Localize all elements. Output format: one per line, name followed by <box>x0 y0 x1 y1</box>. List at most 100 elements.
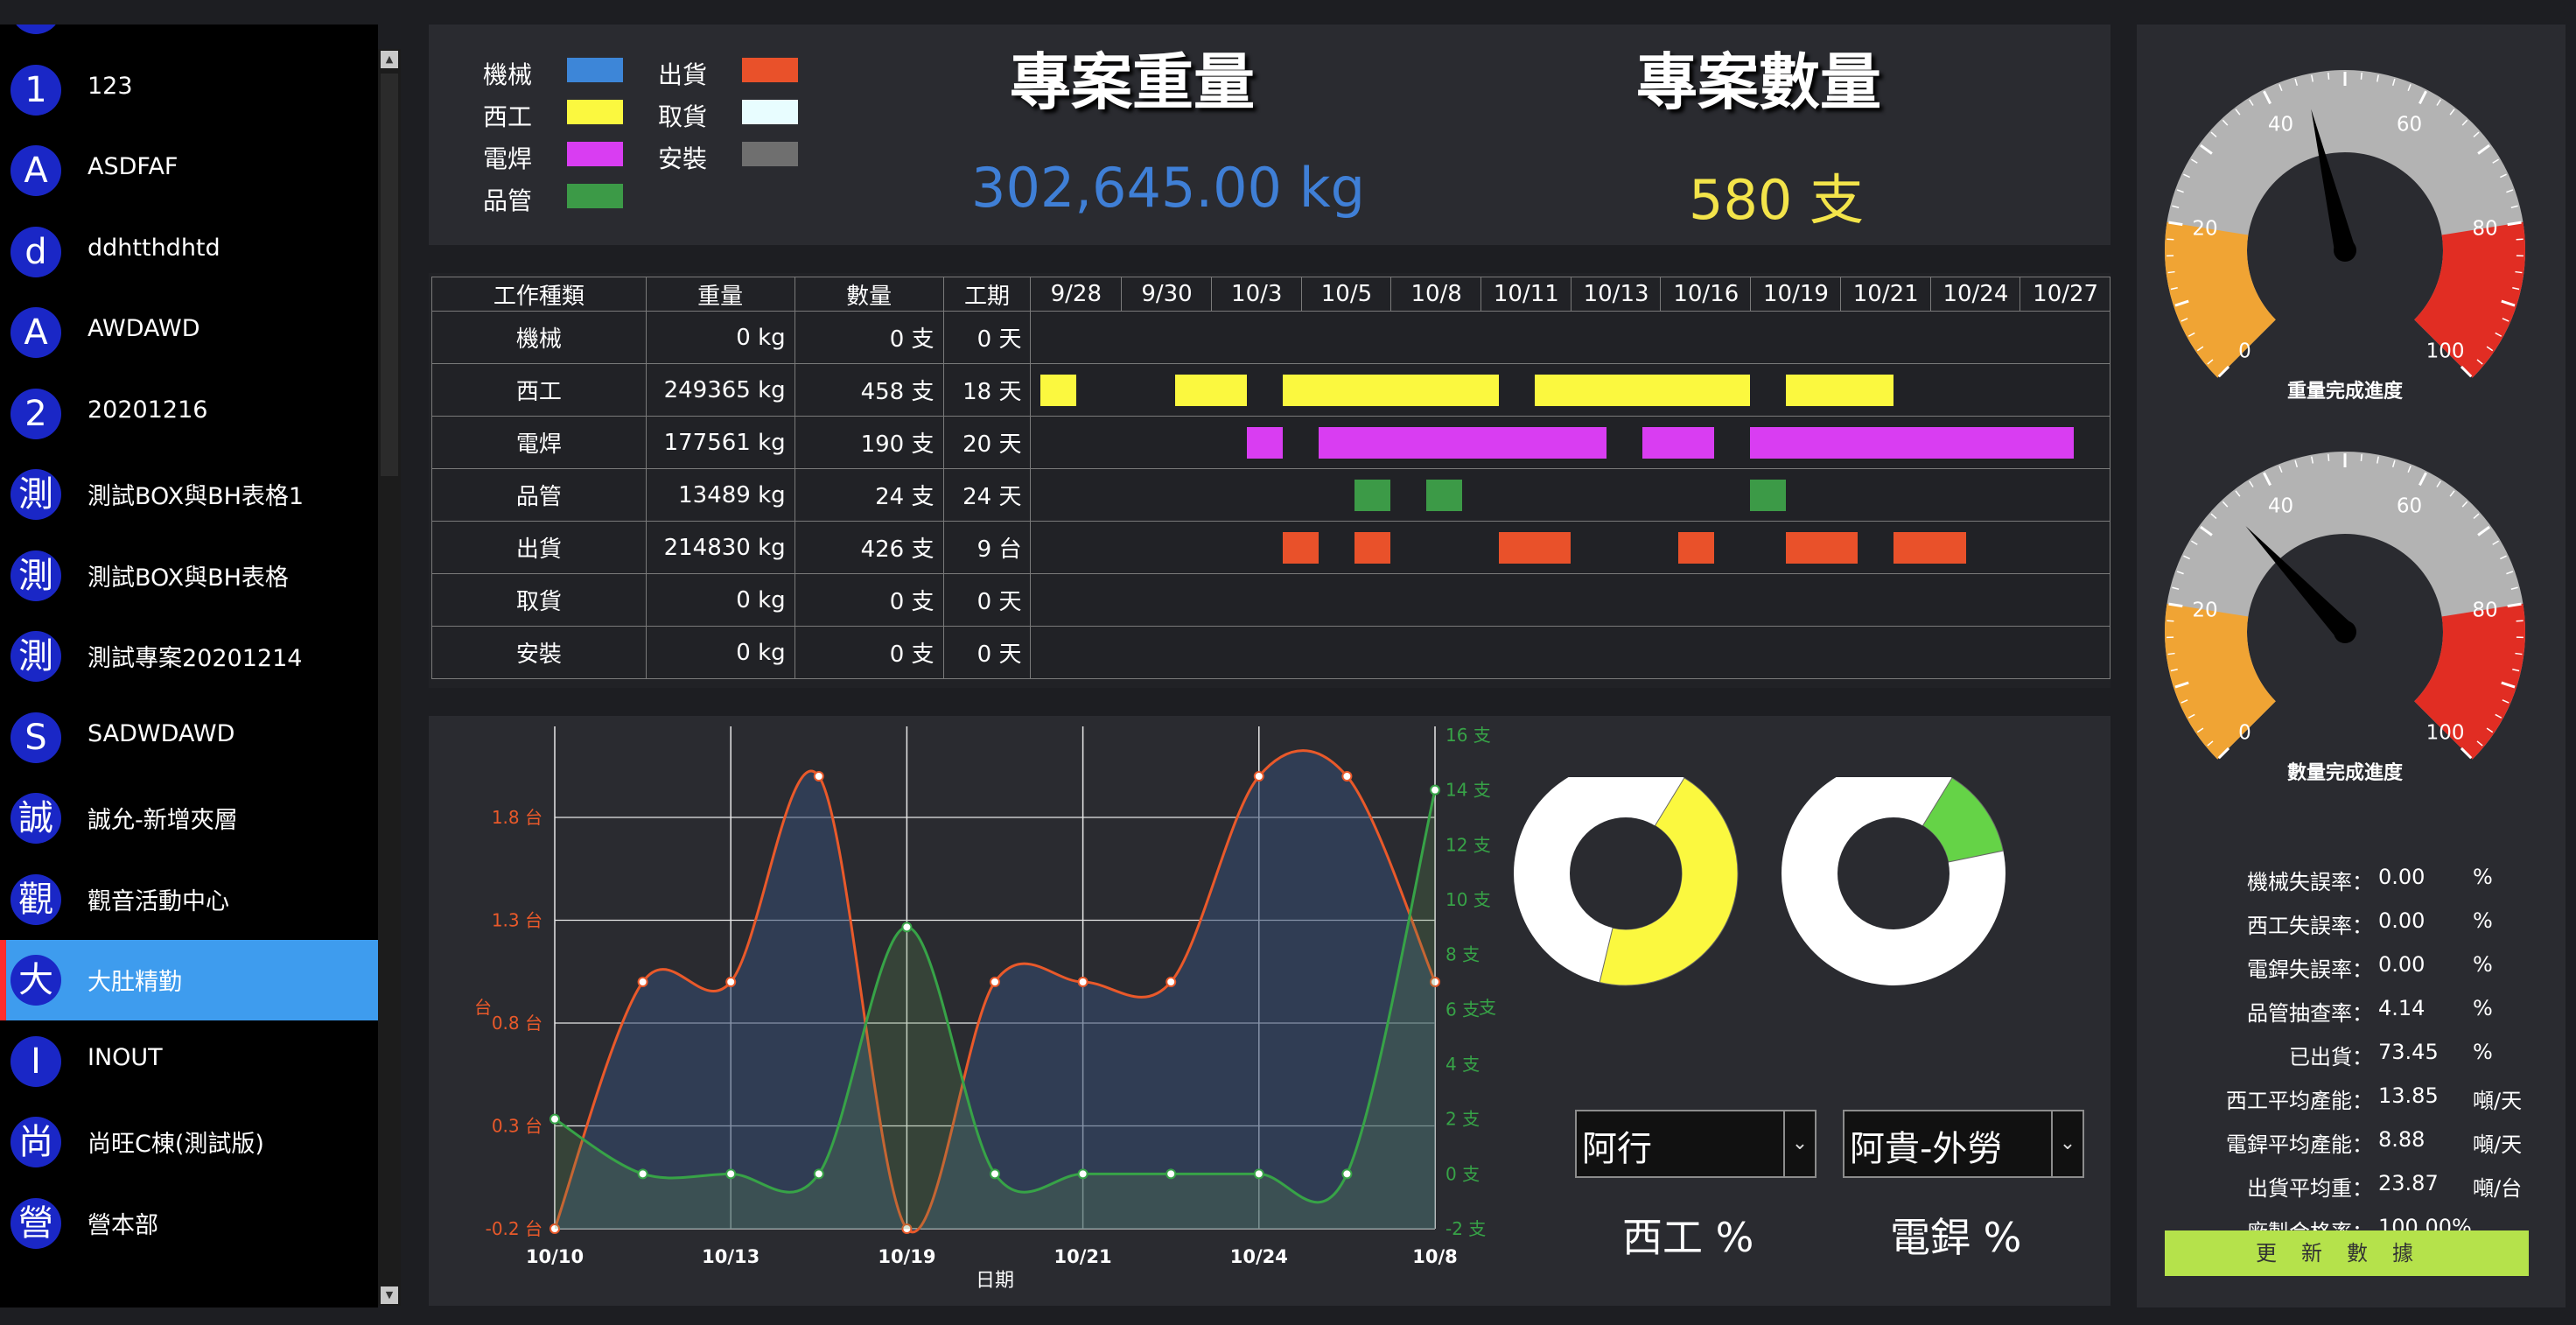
gauge-tick-label: 60 <box>2397 114 2422 137</box>
gauge-tick-label: 80 <box>2472 599 2497 622</box>
data-point[interactable] <box>637 1168 648 1180</box>
y-right-tick-label: 10 支 <box>1446 889 1491 910</box>
sidebar-item[interactable]: S SADWDAWD <box>0 698 378 778</box>
data-point[interactable] <box>1077 1168 1088 1180</box>
gauge-title: 重量完成進度 <box>2287 380 2404 403</box>
stat-label: 品管抽查率： <box>2247 1001 2373 1026</box>
data-point[interactable] <box>813 771 824 782</box>
sidebar-item-label: AWDAWD <box>88 315 200 342</box>
data-point[interactable] <box>901 922 913 933</box>
legend-label: 機械 <box>483 60 533 89</box>
x-tick-label: 10/13 <box>702 1246 760 1267</box>
sidebar-item[interactable]: 大大肚精勤 <box>0 940 378 1020</box>
legend-swatch <box>742 100 798 124</box>
gantt-cell-qty: 458 支 <box>794 363 944 417</box>
scrollbar-thumb[interactable] <box>381 74 398 476</box>
worker-select-west[interactable]: 阿行 ⌄ <box>1575 1110 1816 1178</box>
y-right-tick-label: 14 支 <box>1446 780 1491 801</box>
gantt-cell-weight: 214830 kg <box>645 521 795 574</box>
sidebar-scrollbar[interactable]: ▲ ▼ <box>378 49 401 1306</box>
gauge-tick-label: 40 <box>2268 114 2293 137</box>
y-right-tick-label: 12 支 <box>1446 834 1491 855</box>
data-point[interactable] <box>1166 977 1177 987</box>
gauge-hub <box>2334 239 2356 262</box>
sidebar-item[interactable]: 尚尚旺C棟(測試版) <box>0 1102 378 1182</box>
gauge-tick <box>2328 72 2330 80</box>
gantt-bar <box>1642 427 1715 459</box>
data-point[interactable] <box>1077 977 1088 987</box>
gauge-tick <box>2166 620 2174 622</box>
sidebar-item[interactable]: 營營本部 <box>0 1183 378 1264</box>
sidebar-item[interactable]: 誠誠允-新增夾層 <box>0 778 378 859</box>
sidebar-item[interactable]: 觀觀音活動中心 <box>0 859 378 940</box>
data-point[interactable] <box>1341 1168 1353 1180</box>
data-point[interactable] <box>1253 771 1264 782</box>
gantt-date-header: 9/28 9/30 10/3 10/5 10/8 10/11 10/13 10/16 10/19… <box>1030 277 2110 312</box>
gantt-cell-weight: 177561 kg <box>645 416 795 469</box>
gantt-cell-qty: 426 支 <box>794 521 944 574</box>
gantt-cell-period: 0 天 <box>942 311 1032 364</box>
donut-charts <box>1514 777 2006 986</box>
data-point[interactable] <box>725 977 737 987</box>
data-point[interactable] <box>1341 771 1353 782</box>
sidebar-item-label: 尚旺C棟(測試版) <box>88 1131 264 1158</box>
data-point[interactable] <box>813 1168 824 1180</box>
data-point[interactable] <box>990 977 1000 987</box>
sidebar-item[interactable]: 測測試BOX與BH表格 <box>0 25 378 49</box>
gantt-cell-period: 24 天 <box>942 468 1032 522</box>
data-point[interactable] <box>1253 1168 1264 1180</box>
legend-swatch <box>742 142 798 166</box>
y-right-tick-label: 6 支 <box>1446 999 1480 1020</box>
project-badge: 1 <box>10 64 61 116</box>
daily-line-chart: -0.2 台 0.3 台 0.8 台 1.3 台 1.8 台 -2 支 0 支 2 支 4 支 6… <box>474 725 1496 1292</box>
sidebar-item[interactable]: 2 20201216 <box>0 374 378 454</box>
data-point[interactable] <box>550 1113 560 1125</box>
sidebar-item-label: 大肚精勤 <box>88 969 182 996</box>
gantt-date-label: 10/24 <box>1929 277 2021 311</box>
gantt-bar <box>1040 375 1076 406</box>
gantt-cell-qty: 190 支 <box>794 416 944 469</box>
project-badge: 大 <box>10 955 61 1006</box>
gantt-header-cell: 工期 <box>942 277 1032 312</box>
data-point[interactable] <box>637 977 648 987</box>
gauge-tick-label: 0 <box>2238 722 2251 745</box>
gantt-cell-period: 0 天 <box>942 573 1032 627</box>
y-right-tick-label: 16 支 <box>1446 725 1491 746</box>
y-right-tick-label: 4 支 <box>1446 1054 1480 1075</box>
sidebar-item[interactable]: A ASDFAF <box>0 130 378 211</box>
gantt-date-label: 10/5 <box>1300 277 1392 311</box>
worker-select-weld[interactable]: 阿貴-外勞 ⌄ <box>1843 1110 2084 1178</box>
data-point[interactable] <box>1166 1168 1177 1180</box>
gantt-table: 工作種類 重量 數量 工期 9/28 9/30 10/3 10/5 10/8 10/11 10/13… <box>431 277 2110 679</box>
stat-label: 西工平均產能： <box>2226 1089 2373 1113</box>
sidebar-item[interactable]: 測測試BOX與BH表格 <box>0 536 378 616</box>
gantt-cell-weight: 0 kg <box>645 311 795 364</box>
sidebar-item[interactable]: I INOUT <box>0 1021 378 1102</box>
project-sidebar: 測測試BOX與BH表格1123AASDFAFdddhtthdhtdAAWDAWD… <box>0 25 378 1307</box>
stat-unit: % <box>2473 1040 2493 1064</box>
stat-row: 機械失誤率： 0.00% <box>2137 865 2566 894</box>
sidebar-item[interactable]: 1 123 <box>0 50 378 130</box>
scroll-down-icon[interactable]: ▼ <box>381 1286 398 1304</box>
legend-swatch <box>567 100 623 124</box>
scroll-up-icon[interactable]: ▲ <box>381 51 398 68</box>
weight-title: 專案重量 <box>1010 46 1255 118</box>
chevron-down-icon[interactable]: ⌄ <box>2051 1111 2082 1176</box>
stat-unit: % <box>2473 908 2493 933</box>
data-point[interactable] <box>725 1168 737 1180</box>
sidebar-item[interactable]: 測測試BOX與BH表格1 <box>0 454 378 535</box>
legend-label: 品管 <box>483 186 533 215</box>
data-point[interactable] <box>990 1168 1000 1180</box>
sidebar-item[interactable]: d ddhtthdhtd <box>0 212 378 292</box>
sidebar-item[interactable]: A AWDAWD <box>0 292 378 373</box>
update-data-button[interactable]: 更新數據 <box>2165 1230 2529 1276</box>
gantt-row: 電焊 177561 kg 190 支 20 天 <box>431 416 2110 469</box>
sidebar-item[interactable]: 測測試專案20201214 <box>0 616 378 697</box>
stat-unit: % <box>2473 996 2493 1020</box>
data-point[interactable] <box>1430 784 1440 796</box>
stat-label: 電銲失誤率： <box>2247 957 2373 982</box>
gantt-bar <box>1174 375 1247 406</box>
chevron-down-icon[interactable]: ⌄ <box>1783 1111 1815 1176</box>
gantt-bar <box>1534 375 1751 406</box>
gantt-bar <box>1354 532 1391 564</box>
